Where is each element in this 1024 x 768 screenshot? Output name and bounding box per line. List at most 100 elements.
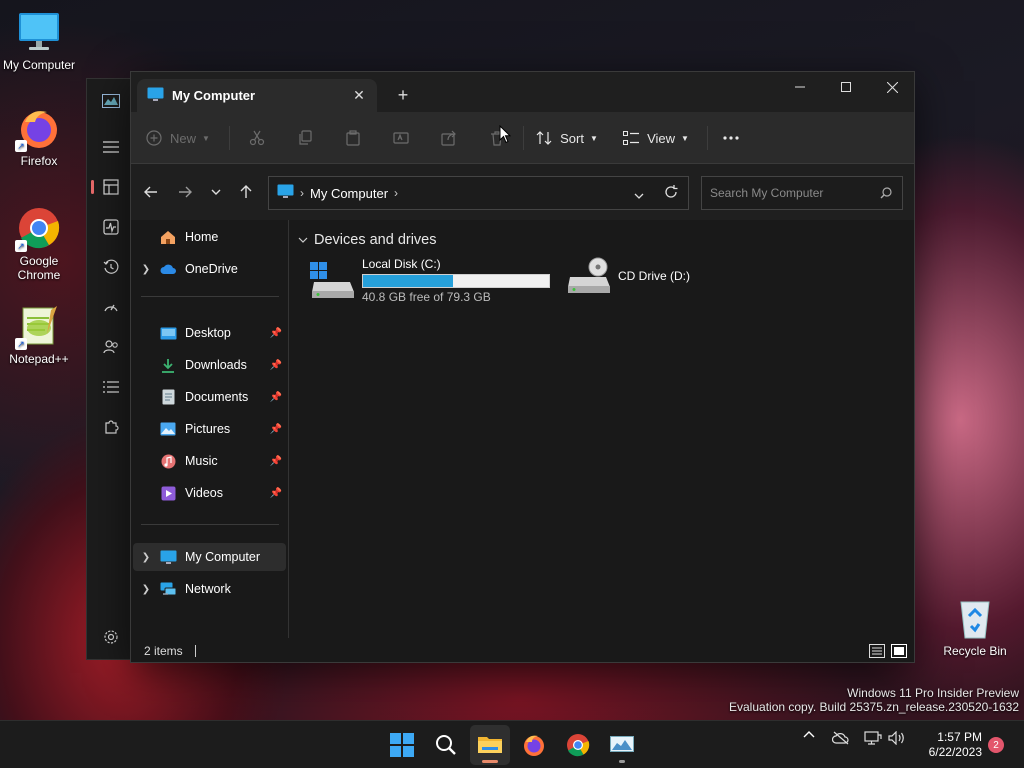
search-icon [436,735,456,755]
nav-item-pictures[interactable]: Pictures 📌 [133,415,286,443]
monitor-chart-icon [610,736,634,752]
chevron-right-icon[interactable]: ❯ [133,584,159,595]
taskbar-my-computer-app[interactable] [602,725,642,765]
drive-usage-bar [362,274,550,288]
nav-item-downloads[interactable]: Downloads 📌 [133,351,286,379]
menu-icon[interactable] [95,131,127,163]
taskbar-clock[interactable]: 1:57 PM 6/22/2023 [916,730,982,760]
share-button[interactable] [433,122,465,154]
pin-icon[interactable]: 📌 [266,392,286,403]
network-icon [159,581,177,597]
users-icon[interactable] [95,331,127,363]
address-history-dropdown[interactable] [634,187,644,202]
chevron-right-icon[interactable]: ❯ [133,552,159,563]
arrow-right-icon [179,186,192,198]
nav-item-network[interactable]: ❯ Network [133,575,286,603]
tab-close-icon[interactable]: ✕ [347,84,371,108]
share-icon [441,130,456,146]
drive-cd-d[interactable]: CD Drive (D:) [566,257,690,295]
forward-button[interactable] [171,178,199,206]
onedrive-tray-icon[interactable] [830,731,852,745]
desktop-icon-google-chrome[interactable]: ↗ Google Chrome [1,206,77,282]
pin-icon[interactable]: 📌 [266,424,286,435]
paste-button[interactable] [337,122,369,154]
nav-item-desktop[interactable]: Desktop 📌 [133,319,286,347]
view-button[interactable]: View ▼ [619,122,693,154]
address-bar[interactable]: › My Computer › [268,176,689,210]
rail-app-icon[interactable] [95,85,127,117]
rail-explorer-icon[interactable] [91,171,127,203]
copy-button[interactable] [289,122,321,154]
nav-item-onedrive[interactable]: ❯ OneDrive [133,255,286,283]
nav-divider [141,296,279,297]
nav-item-music[interactable]: Music 📌 [133,447,286,475]
details-view-button[interactable] [868,643,886,659]
drive-local-disk-c[interactable]: Local Disk (C:) 40.8 GB free of 79.3 GB [310,257,550,304]
tab-title: My Computer [172,88,256,103]
arrow-up-icon [240,185,252,198]
recent-locations-button[interactable] [202,178,230,206]
show-hidden-icons-button[interactable] [800,731,818,738]
cut-button[interactable] [241,122,273,154]
search-input[interactable] [710,186,880,200]
more-options-button[interactable] [715,122,747,154]
start-button[interactable] [382,725,422,765]
firefox-icon: ↗ [15,106,61,152]
history-icon[interactable] [95,251,127,283]
nav-item-documents[interactable]: Documents 📌 [133,383,286,411]
list-icon[interactable] [95,371,127,403]
nav-item-home[interactable]: Home [133,223,286,251]
refresh-button[interactable] [664,185,678,202]
breadcrumb-chevron-icon[interactable]: › [300,186,304,200]
pin-icon[interactable]: 📌 [266,328,286,339]
new-button[interactable]: New ▼ [143,122,213,154]
breadcrumb-chevron-icon[interactable]: › [394,186,398,200]
toolbar-divider [229,126,230,150]
taskbar-file-explorer[interactable] [470,725,510,765]
monitor-icon [17,10,61,54]
chevron-down-icon [634,193,644,199]
activity-icon[interactable] [95,211,127,243]
notification-badge[interactable]: 2 [988,737,1004,753]
breadcrumb-my-computer[interactable]: My Computer [310,186,388,201]
nav-item-label: Home [185,230,219,244]
back-button[interactable] [137,178,165,206]
group-header-devices-and-drives[interactable]: Devices and drives [298,232,437,248]
chevron-down-icon: ▼ [202,133,210,143]
nav-item-videos[interactable]: Videos 📌 [133,479,286,507]
large-icons-view-button[interactable] [890,643,908,659]
tab-my-computer[interactable]: My Computer ✕ [137,79,377,112]
taskbar-firefox[interactable] [514,725,554,765]
taskbar-chrome[interactable] [558,725,598,765]
settings-gear-icon[interactable] [95,621,127,653]
desktop-icon-firefox[interactable]: ↗ Firefox [1,106,77,168]
pin-icon[interactable]: 📌 [266,456,286,467]
network-tray-icon[interactable] [862,731,884,746]
minimize-button[interactable] [777,72,823,102]
desktop-icon-my-computer[interactable]: My Computer [1,10,77,72]
nav-item-my-computer[interactable]: ❯ My Computer [133,543,286,571]
puzzle-icon[interactable] [95,411,127,443]
mouse-cursor-icon [499,124,512,147]
pin-icon[interactable]: 📌 [266,488,286,499]
speedometer-icon[interactable] [95,291,127,323]
desktop-icon-notepad-plus-plus[interactable]: ↗ Notepad++ [1,304,77,366]
desktop-icon-label: My Computer [2,58,76,72]
search-box[interactable] [701,176,903,210]
chevron-right-icon[interactable]: ❯ [133,264,159,275]
sort-button[interactable]: Sort ▼ [531,122,603,154]
desktop-icon-label: Google Chrome [17,254,61,282]
nav-item-label: Pictures [185,422,231,436]
maximize-button[interactable] [823,72,869,102]
taskbar-search-button[interactable] [426,725,466,765]
new-tab-button[interactable]: + [389,82,417,108]
volume-tray-icon[interactable] [886,731,908,745]
rename-button[interactable] [385,122,417,154]
up-button[interactable] [232,178,260,206]
close-window-button[interactable] [869,72,915,102]
clipboard-icon [346,130,360,146]
desktop-icon-label: Notepad++ [9,352,69,366]
nav-item-label: Downloads [185,358,247,372]
pin-icon[interactable]: 📌 [266,360,286,371]
desktop-icon-recycle-bin[interactable]: Recycle Bin [937,596,1013,658]
